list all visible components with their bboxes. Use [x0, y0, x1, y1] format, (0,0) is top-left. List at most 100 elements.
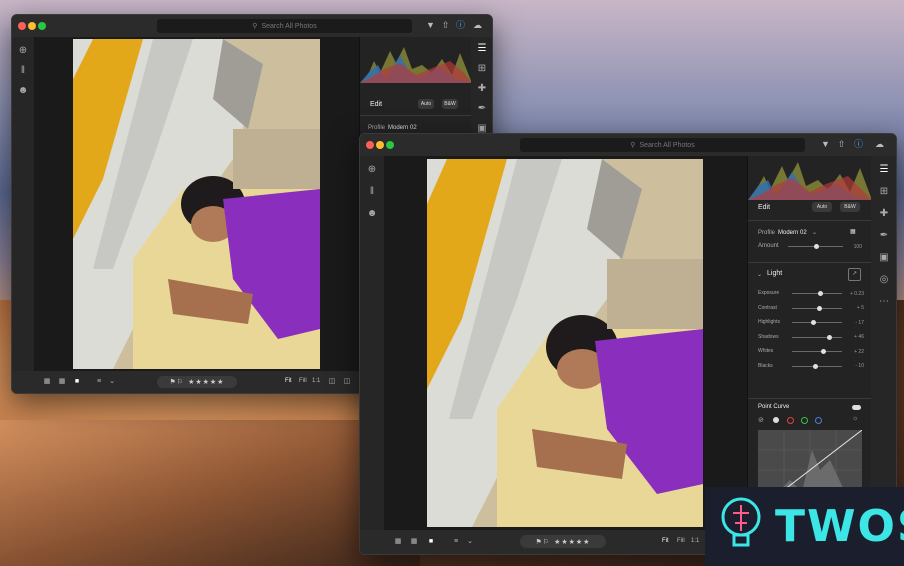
back-bottom-bar: ▦ ▦ ■ ≡ ⌄ ⚑⚐ ★★★★★ Fit Fill 1:1 ◫ ◫ [12, 371, 359, 393]
chevron-down-icon[interactable]: ⌄ [812, 229, 817, 236]
back-bw-button[interactable]: B&W [442, 99, 458, 109]
search-bar[interactable]: ⚲ Search All Photos [520, 138, 805, 152]
library-icon[interactable]: ‖ [366, 186, 378, 198]
library-icon[interactable]: ‖ [17, 65, 29, 77]
channel-white[interactable] [773, 417, 779, 423]
bandage-icon[interactable]: ✚ [476, 83, 488, 95]
square-grid-icon[interactable]: ▦ [409, 538, 419, 546]
people-icon[interactable]: ☻ [366, 208, 378, 220]
flag-icon[interactable]: ⚑⚐ [170, 378, 185, 386]
crop-icon[interactable]: ⊞ [878, 186, 890, 198]
help-icon[interactable]: ⓘ [455, 20, 466, 31]
channel-green[interactable] [801, 417, 808, 424]
radial-gradient-icon[interactable]: ◎ [878, 274, 890, 286]
whites-slider-knob[interactable] [821, 349, 826, 354]
grid-view-icon[interactable]: ▦ [393, 538, 403, 546]
back-auto-button[interactable]: Auto [418, 99, 434, 109]
minimize-window-button[interactable] [28, 22, 36, 30]
sliders-icon[interactable]: ☰ [476, 43, 488, 55]
light-curve-toggle-icon[interactable]: ↗ [848, 268, 861, 281]
filter-icon[interactable]: ▼ [820, 139, 831, 150]
more-icon[interactable]: ⋯ [878, 296, 890, 308]
channel-red[interactable] [787, 417, 794, 424]
share-icon[interactable]: ⇧ [836, 139, 847, 150]
curve-settings-icon[interactable]: ☼ [852, 415, 858, 422]
profile-dropdown[interactable]: Modern 02 [778, 230, 807, 236]
exposure-slider-knob[interactable] [818, 291, 823, 296]
highlights-slider[interactable] [792, 320, 842, 325]
shadows-slider-knob[interactable] [827, 334, 832, 340]
back-edit-title: Edit [370, 101, 383, 108]
bandage-icon[interactable]: ✚ [878, 208, 890, 220]
plus-circle-icon[interactable]: ⊕ [17, 45, 29, 57]
back-photo[interactable] [73, 39, 320, 369]
fit-button[interactable]: Fit [662, 538, 669, 544]
flag-icon[interactable]: ⚑⚐ [536, 538, 551, 546]
slider-label-exposure: Exposure [758, 290, 780, 296]
front-photo[interactable] [427, 159, 703, 527]
grid-view-icon[interactable]: ▦ [42, 378, 52, 386]
crop-icon[interactable]: ⊞ [476, 63, 488, 75]
exposure-value: + 0.23 [849, 290, 864, 297]
cloud-icon[interactable]: ☁ [874, 139, 885, 150]
back-titlebar: ⚲ Search All Photos ▼ ⇧ ⓘ ☁ [12, 15, 492, 37]
star-rating[interactable]: ★★★★★ [188, 378, 224, 386]
point-curve-toggle[interactable] [852, 405, 861, 410]
filter-icon[interactable]: ▼ [425, 20, 436, 31]
blacks-slider-knob[interactable] [813, 363, 818, 369]
chevron-down-icon[interactable]: ⌄ [757, 271, 762, 278]
exposure-slider[interactable] [792, 291, 842, 296]
close-window-button[interactable] [18, 22, 26, 30]
chevron-down-icon[interactable]: ⌄ [107, 378, 117, 386]
profile-browser-icon[interactable]: ▦ [850, 228, 856, 235]
help-icon[interactable]: ⓘ [853, 139, 864, 150]
contrast-slider[interactable] [792, 305, 842, 311]
light-section-title[interactable]: Light [767, 270, 782, 277]
one-to-one-button[interactable]: 1:1 [312, 378, 320, 384]
channel-blue[interactable] [815, 417, 822, 424]
sort-icon[interactable]: ≡ [94, 378, 104, 386]
auto-button[interactable]: Auto [812, 202, 832, 212]
rating-pill[interactable]: ⚑⚐ ★★★★★ [520, 535, 606, 548]
zoom-window-button[interactable] [386, 141, 394, 149]
sort-icon[interactable]: ≡ [451, 538, 461, 546]
highlights-slider-knob[interactable] [811, 320, 816, 325]
star-rating[interactable]: ★★★★★ [554, 538, 590, 546]
square-grid-icon[interactable]: ▦ [57, 378, 67, 386]
share-icon[interactable]: ⇧ [440, 20, 451, 31]
chevron-down-icon[interactable]: ⌄ [465, 538, 475, 546]
blacks-slider[interactable] [792, 363, 842, 369]
people-icon[interactable]: ☻ [17, 85, 29, 97]
fill-button[interactable]: Fill [677, 538, 685, 544]
fill-button[interactable]: Fill [299, 378, 307, 384]
rating-pill[interactable]: ⚑⚐ ★★★★★ [157, 376, 237, 388]
edit-title: Edit [758, 204, 771, 211]
compare-icon[interactable]: ◫ [327, 378, 337, 386]
contrast-slider-knob[interactable] [817, 305, 822, 311]
detail-view-icon[interactable]: ■ [72, 378, 82, 386]
shadows-slider[interactable] [792, 334, 842, 340]
filmstrip-icon[interactable]: ◫ [342, 378, 352, 386]
sliders-icon[interactable]: ☰ [878, 164, 890, 176]
back-profile-label: Profile [368, 125, 386, 131]
target-adjust-icon[interactable]: ⊘ [758, 416, 764, 424]
brush-icon[interactable]: ✒ [878, 230, 890, 242]
close-window-button[interactable] [366, 141, 374, 149]
fit-button[interactable]: Fit [285, 378, 292, 384]
amount-label: Amount [758, 243, 779, 249]
brush-icon[interactable]: ✒ [476, 103, 488, 115]
linear-gradient-icon[interactable]: ▣ [878, 252, 890, 264]
one-to-one-button[interactable]: 1:1 [691, 538, 699, 544]
zoom-window-button[interactable] [38, 22, 46, 30]
search-bar[interactable]: ⚲ Search All Photos [157, 19, 412, 33]
search-icon: ⚲ [630, 142, 636, 149]
whites-slider[interactable] [792, 349, 842, 354]
amount-slider[interactable] [788, 244, 843, 249]
plus-circle-icon[interactable]: ⊕ [366, 164, 378, 176]
cloud-icon[interactable]: ☁ [472, 20, 483, 31]
bw-button[interactable]: B&W [840, 202, 860, 212]
whites-value: + 22 [854, 348, 864, 355]
back-profile-value[interactable]: Modern 02 [388, 125, 417, 131]
detail-view-icon[interactable]: ■ [426, 538, 436, 546]
minimize-window-button[interactable] [376, 141, 384, 149]
